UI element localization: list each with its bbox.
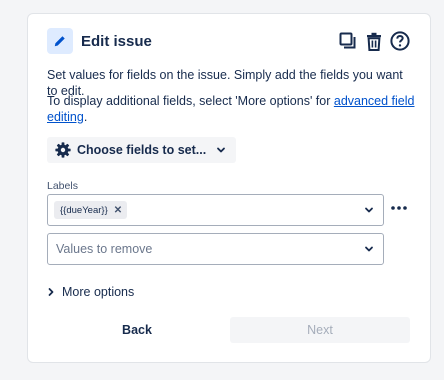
labels-select[interactable]: {{dueYear}} ✕ [47,194,384,226]
gear-icon [55,142,71,158]
page-title: Edit issue [81,32,152,50]
labels-field-label: Labels [47,180,78,192]
chevron-right-icon [48,288,54,296]
edit-pencil-icon [47,28,73,54]
more-options-toggle[interactable]: More options [47,285,134,299]
advanced-editing-text: To display additional fields, select 'Mo… [47,93,416,125]
chevron-down-icon [363,243,375,255]
duplicate-button[interactable] [338,30,358,52]
help-button[interactable] [390,30,410,52]
advanced-editing-prefix: To display additional fields, select 'Mo… [47,94,334,108]
values-to-remove-select[interactable]: Values to remove [47,233,384,265]
more-horizontal-icon [391,206,407,210]
label-chip-text: {{dueYear}} [60,204,108,216]
help-icon [390,31,410,51]
advanced-editing-suffix: . [83,110,88,124]
back-button[interactable]: Back [64,317,210,343]
header-actions [338,30,410,52]
chevron-down-icon [363,204,375,216]
trash-icon [367,32,381,51]
delete-button[interactable] [364,30,384,52]
more-options-label: More options [62,285,135,299]
edit-issue-card: Edit issue Set values for fields on the … [27,13,431,363]
values-to-remove-placeholder: Values to remove [56,242,153,256]
next-button[interactable]: Next [230,317,410,343]
chevron-down-icon [217,147,226,153]
remove-chip-icon[interactable]: ✕ [114,205,122,216]
field-more-actions-button[interactable] [389,200,409,216]
duplicate-icon [339,32,356,49]
label-chip: {{dueYear}} ✕ [54,201,128,219]
card-header: Edit issue [47,28,410,54]
choose-fields-label: Choose fields to set... [77,143,207,157]
choose-fields-button[interactable]: Choose fields to set... [47,137,237,163]
